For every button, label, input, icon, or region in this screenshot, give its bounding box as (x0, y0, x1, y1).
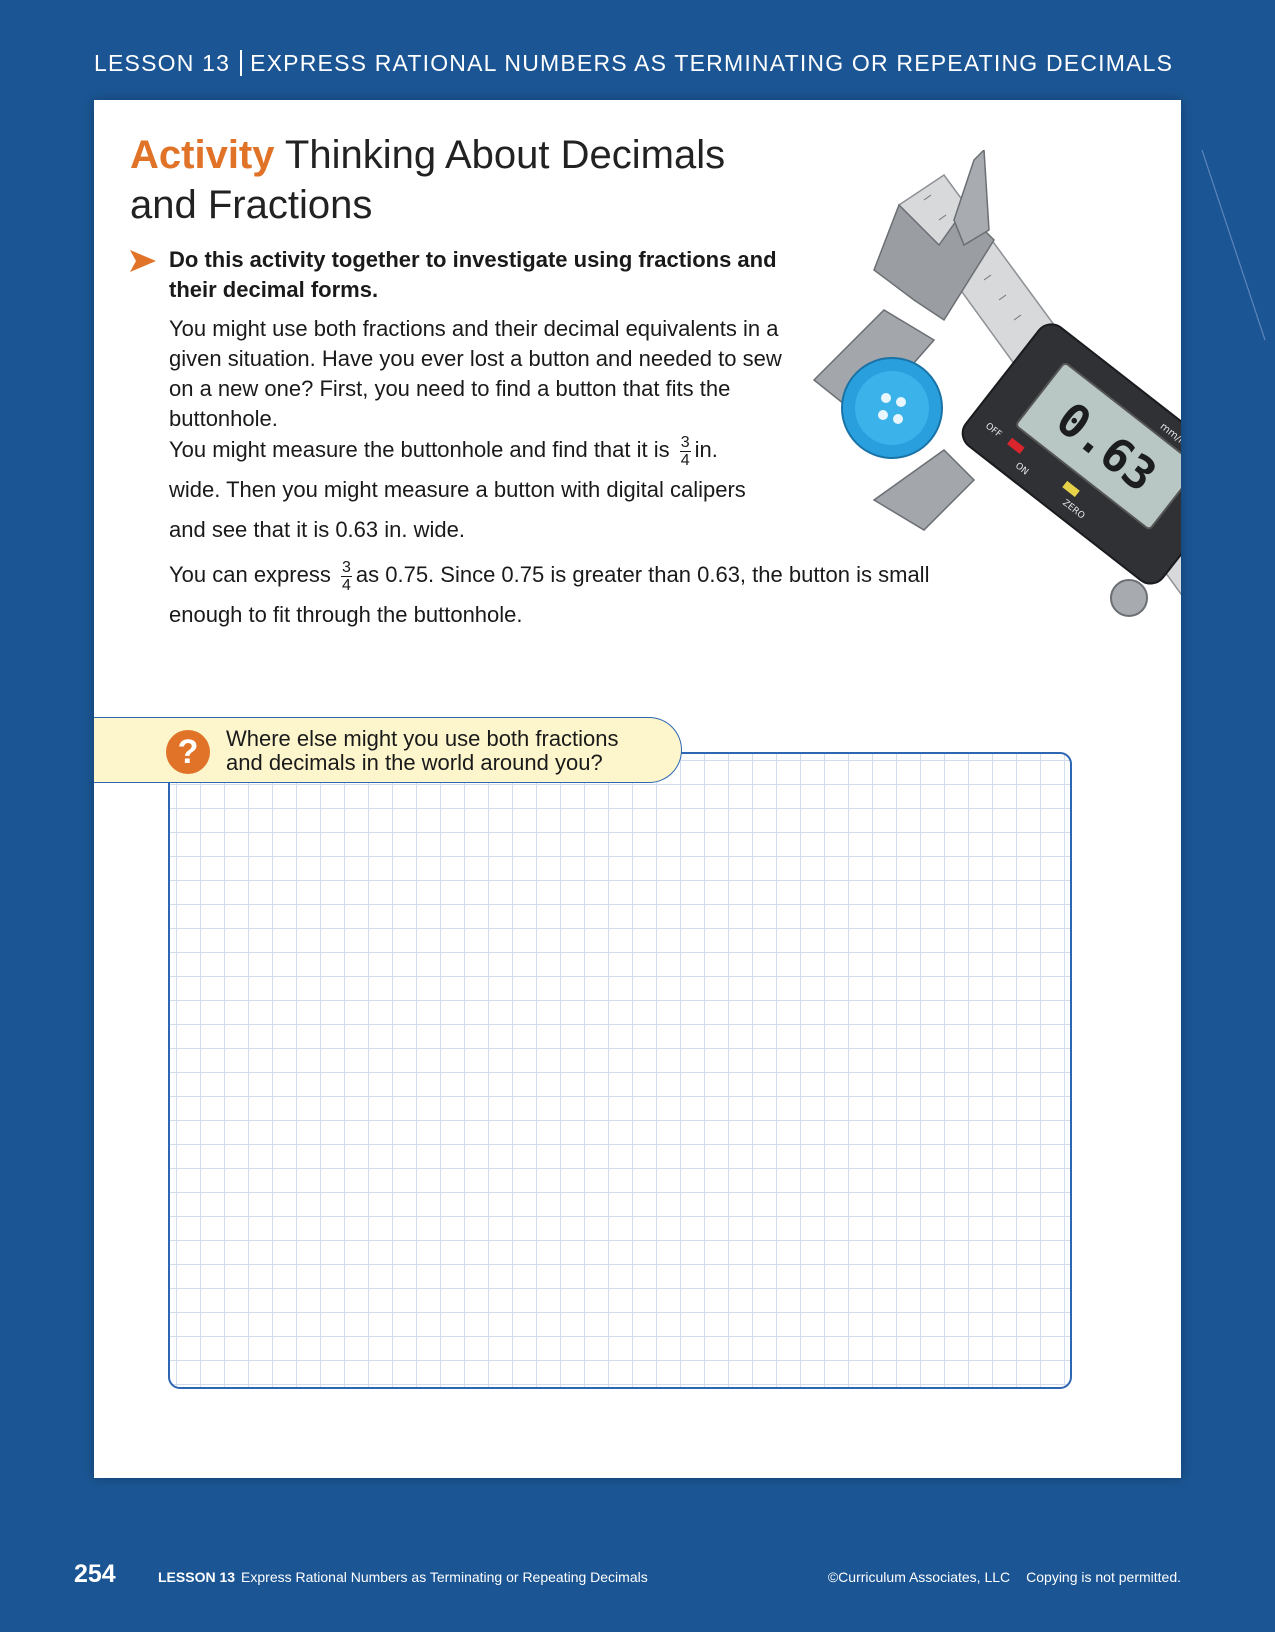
fraction-denominator: 4 (341, 576, 351, 594)
lesson-title: EXPRESS RATIONAL NUMBERS AS TERMINATING … (250, 50, 1174, 76)
discussion-question: ? Where else might you use both fraction… (94, 717, 682, 783)
lesson-header: LESSON 13 EXPRESS RATIONAL NUMBERS AS TER… (94, 50, 1184, 77)
footer-lesson-label: LESSON 13 (158, 1569, 236, 1585)
question-mark-icon: ? (166, 730, 210, 774)
page-number: 254 (74, 1560, 116, 1588)
question-text: Where else might you use both fractions … (226, 727, 666, 775)
paragraph-intro: You might use both fractions and their d… (169, 316, 782, 431)
copyright-text: ©Curriculum Associates, LLC (827, 1569, 1011, 1585)
p2-text-a: You might measure the buttonhole and fin… (169, 437, 670, 462)
activity-instruction: Do this activity together to investigate… (169, 247, 777, 302)
question-line1: Where else might you use both fractions (226, 726, 619, 751)
page-title: Activity Thinking About Decimals and Fra… (130, 130, 830, 230)
question-line2: and decimals in the world around you? (226, 750, 603, 775)
activity-card: Activity Thinking About Decimals and Fra… (94, 100, 1181, 1478)
p3-text-c: enough to fit through the buttonhole. (169, 602, 523, 627)
arrow-bullet-icon (130, 250, 156, 272)
activity-label: Activity (130, 133, 275, 177)
p3-text-a: You can express (169, 562, 331, 587)
fraction-denominator: 4 (680, 451, 690, 469)
lesson-number: LESSON 13 (94, 50, 231, 76)
p2-text-b: in. (694, 437, 718, 462)
fraction-three-quarters-2: 34 (340, 558, 352, 594)
decorative-line (1201, 150, 1266, 341)
footer-lesson-title: Express Rational Numbers as Terminating … (241, 1569, 648, 1585)
paragraph-measure: You might measure the buttonhole and fin… (169, 430, 809, 550)
header-divider (240, 50, 243, 76)
p2-text-d: and see that it is 0.63 in. wide. (169, 517, 465, 542)
activity-title-line1: Thinking About Decimals (284, 133, 726, 177)
answer-grid[interactable] (168, 752, 1072, 1389)
fraction-numerator: 3 (340, 558, 352, 577)
footer-copyright: ©Curriculum Associates, LLC Copying is no… (828, 1569, 1181, 1585)
activity-title-line2: and Fractions (130, 183, 373, 227)
caliper-button-photo: 0.63 mm/inch OFF ON ZERO (812, 150, 1181, 617)
copy-notice: Copying is not permitted. (1026, 1569, 1181, 1585)
p2-text-c: wide. Then you might measure a button wi… (169, 477, 746, 502)
fraction-three-quarters: 34 (679, 433, 691, 469)
footer-lesson: LESSON 13 Express Rational Numbers as Ter… (158, 1569, 648, 1585)
fraction-numerator: 3 (679, 433, 691, 452)
